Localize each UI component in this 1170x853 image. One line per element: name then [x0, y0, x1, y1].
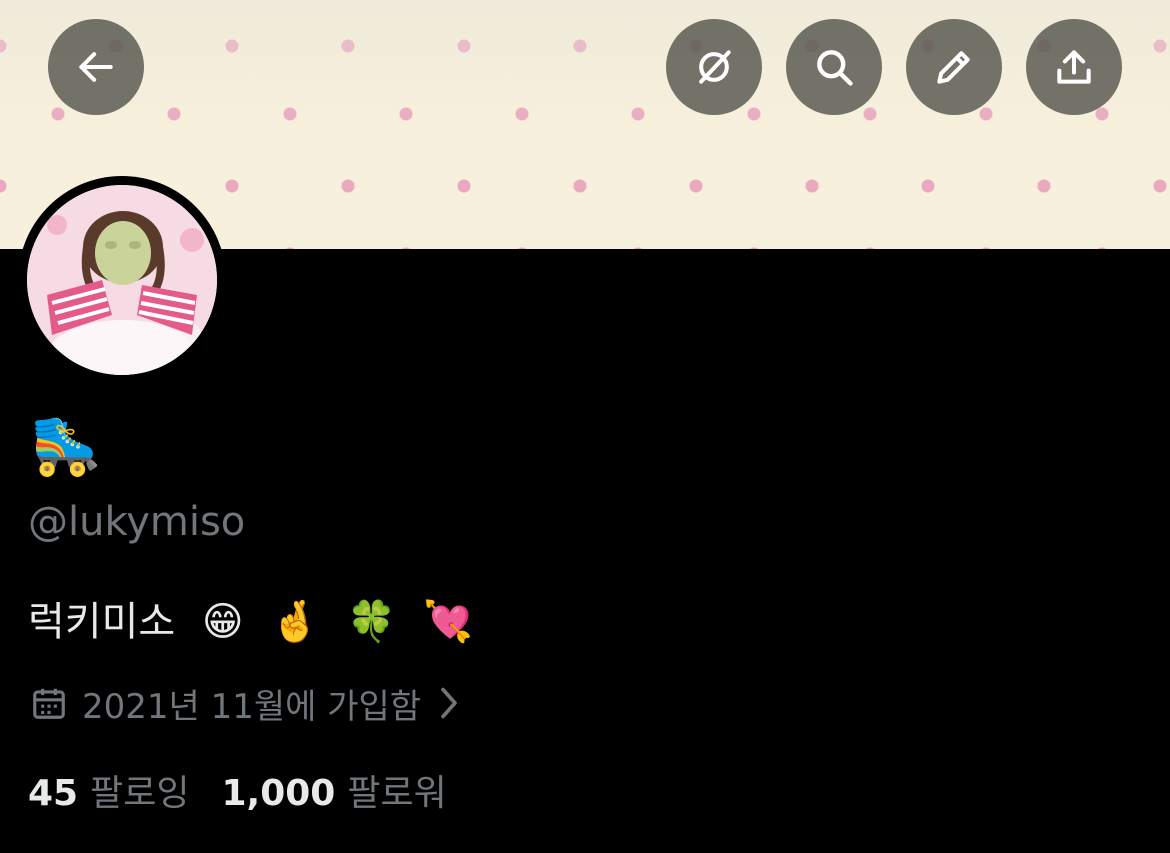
- chevron-right-icon: [441, 687, 457, 719]
- edit-button[interactable]: [906, 19, 1002, 115]
- followers-label: 팔로워: [347, 773, 447, 814]
- bio-text: 럭키미소: [28, 599, 176, 645]
- followers-count: 1,000: [221, 773, 336, 814]
- pencil-icon: [937, 51, 970, 84]
- handle: @lukymiso: [28, 499, 246, 545]
- bio-emoji-heart-arrow: 💘: [423, 599, 474, 645]
- grok-icon: [699, 50, 731, 84]
- grok-button[interactable]: [666, 19, 762, 115]
- followers-link[interactable]: 1,000 팔로워: [221, 764, 446, 816]
- following-label: 팔로잉: [90, 773, 190, 814]
- share-icon: [1057, 50, 1091, 84]
- bio-emoji-crossed-fingers: 🤞: [270, 599, 321, 645]
- following-count: 45: [28, 773, 79, 814]
- following-link[interactable]: 45 팔로잉: [28, 764, 189, 816]
- joined-text: 2021년 11월에 가입함: [82, 686, 422, 727]
- bio: 럭키미소 😁 🤞 🍀 💘: [28, 592, 473, 652]
- bio-emoji-clover: 🍀: [346, 599, 397, 645]
- avatar-photo: [27, 185, 217, 375]
- arrow-left-icon: [79, 52, 113, 82]
- back-button[interactable]: [48, 19, 144, 115]
- follow-stats: 45 팔로잉 1,000 팔로워: [28, 763, 447, 817]
- avatar[interactable]: [27, 185, 217, 375]
- calendar-icon: [33, 688, 65, 719]
- search-button[interactable]: [786, 19, 882, 115]
- share-button[interactable]: [1026, 19, 1122, 115]
- joined-date[interactable]: 2021년 11월에 가입함: [30, 678, 463, 728]
- bio-emoji-grin: 😁: [201, 599, 244, 645]
- search-icon: [817, 50, 853, 86]
- display-name: 🛼: [30, 411, 103, 479]
